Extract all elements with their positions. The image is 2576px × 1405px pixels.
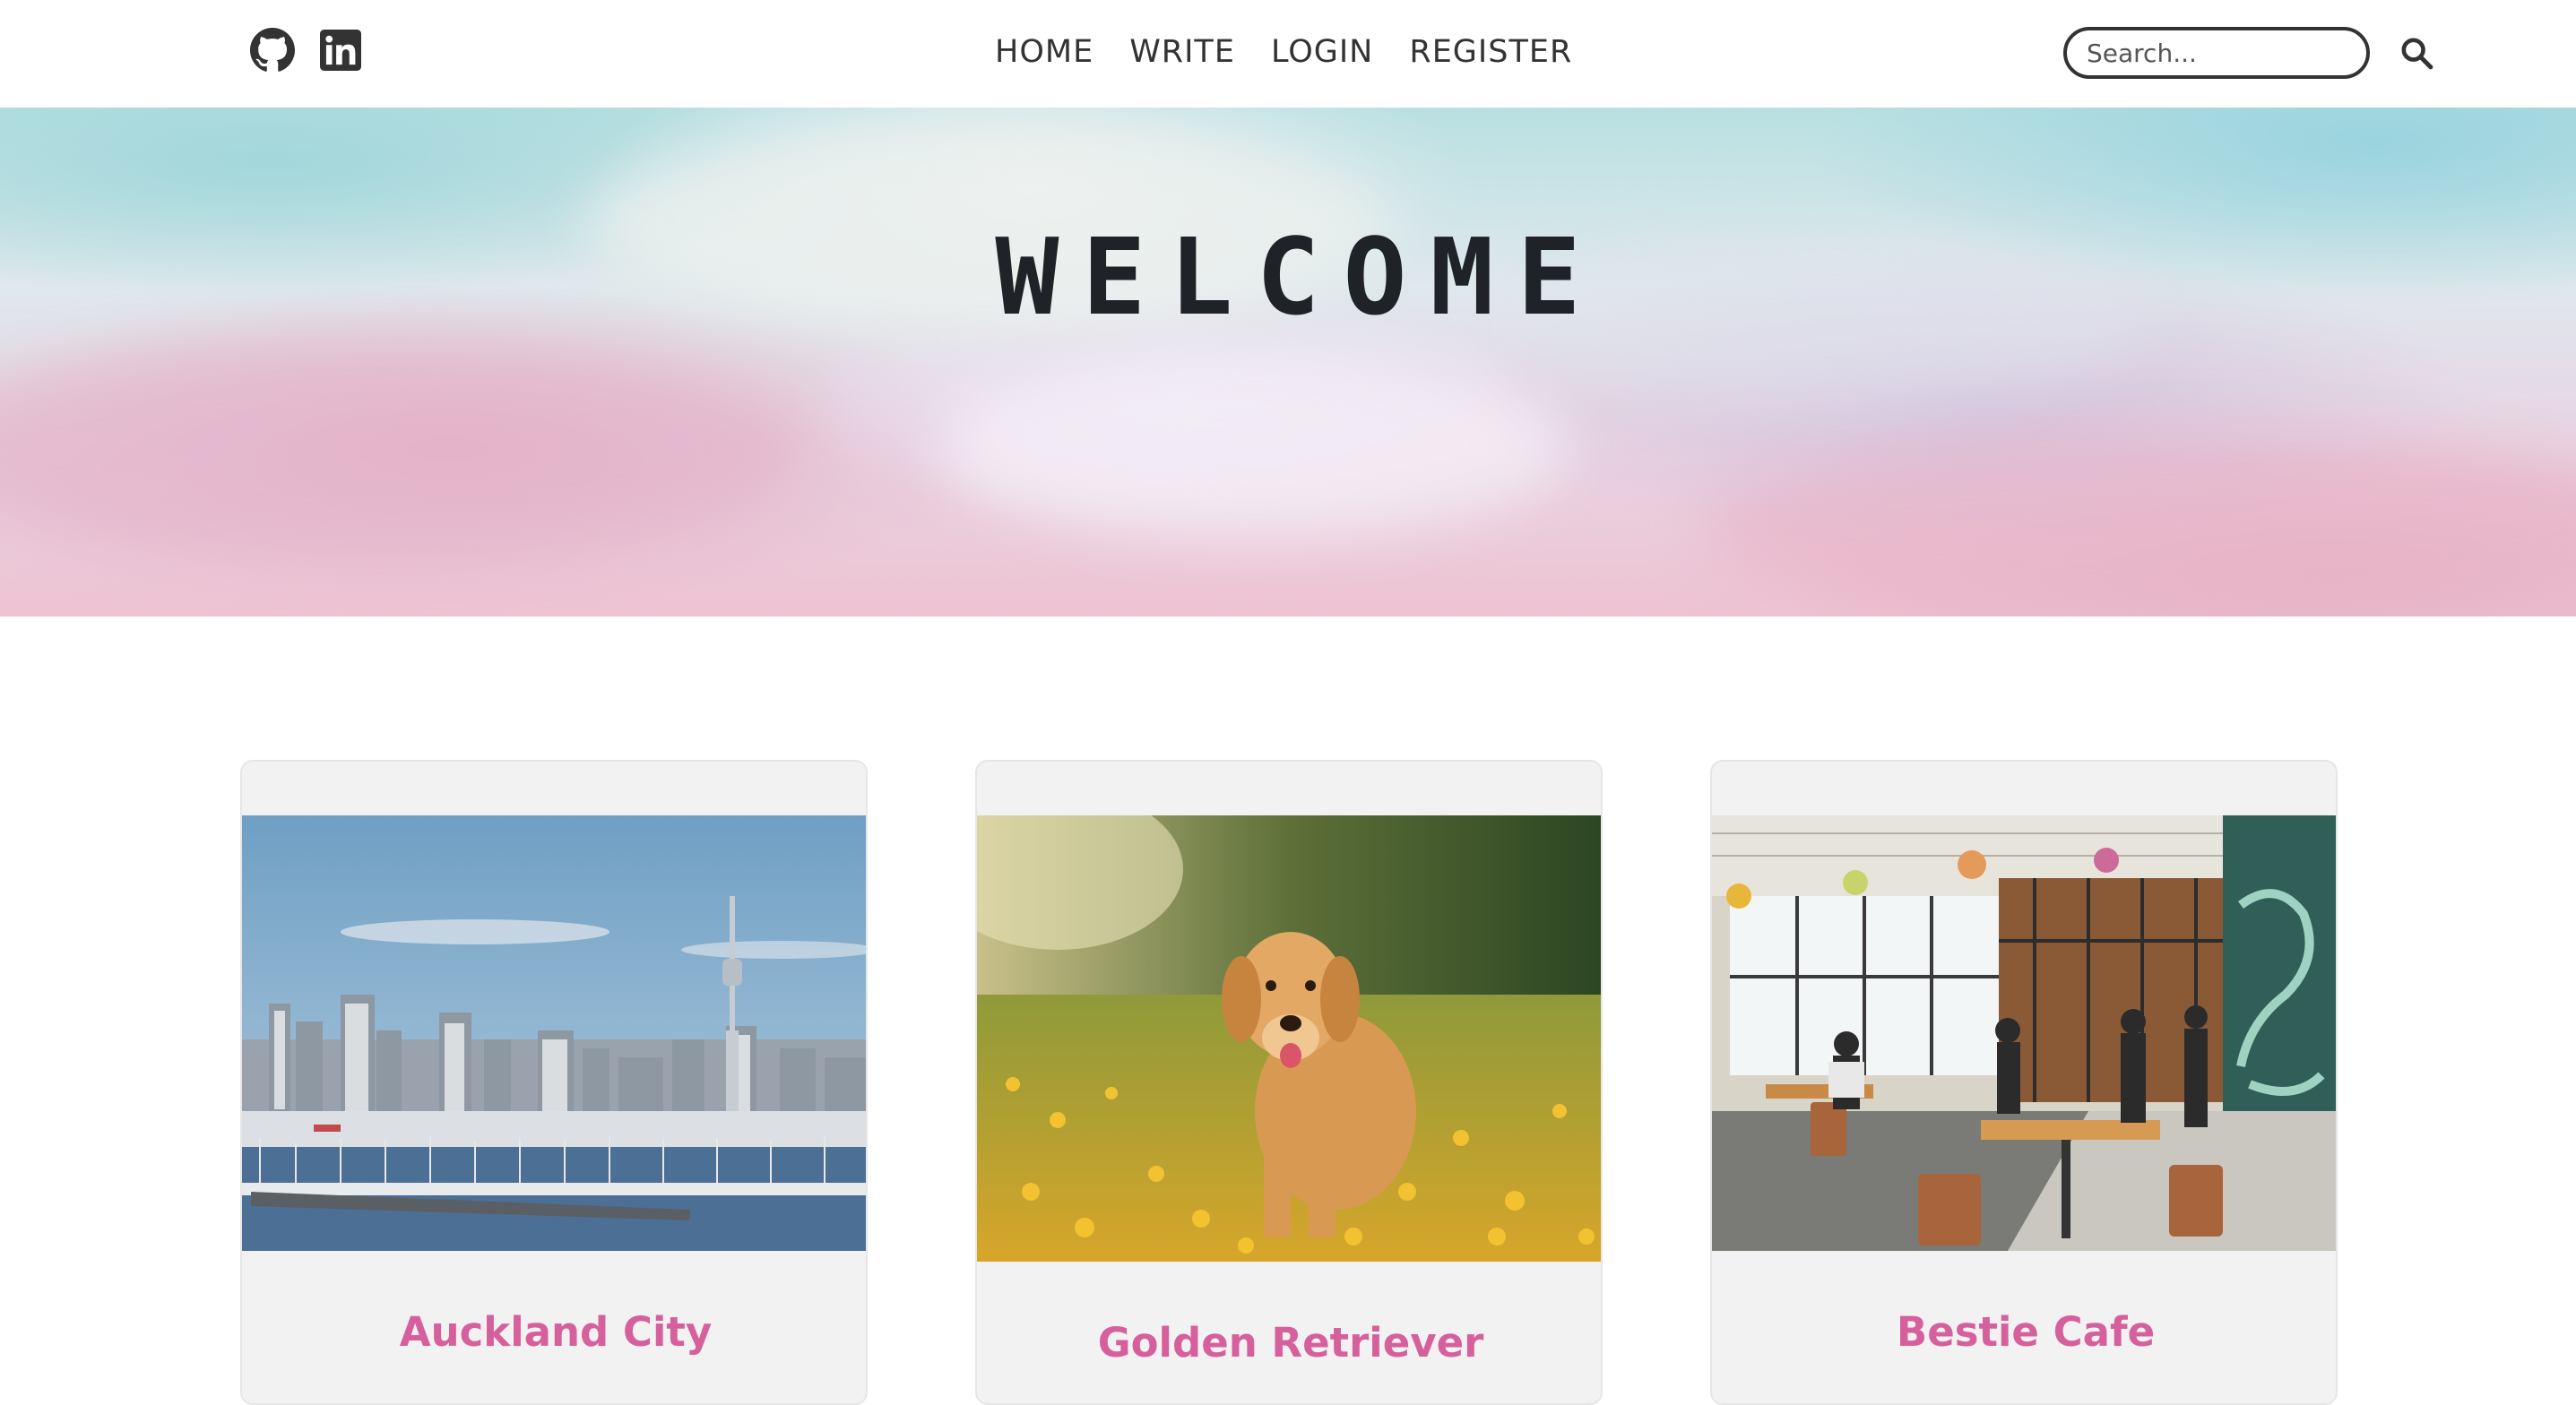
nav-write-link[interactable]: WRITE: [1111, 27, 1253, 77]
nav-login-link[interactable]: LOGIN: [1253, 27, 1391, 77]
main-nav: HOME WRITE LOGIN REGISTER: [977, 27, 1590, 77]
post-image-auckland-skyline[interactable]: [242, 815, 866, 1251]
post-card[interactable]: Golden Retriever: [975, 760, 1603, 1405]
search-input[interactable]: [2063, 27, 2370, 79]
post-image-cafe-interior[interactable]: [1712, 815, 2336, 1251]
post-card[interactable]: Auckland City: [240, 760, 868, 1405]
search-area: [2063, 27, 2436, 79]
search-icon[interactable]: [2397, 33, 2436, 73]
post-title[interactable]: Auckland City: [242, 1308, 866, 1356]
post-image-golden-retriever[interactable]: [977, 815, 1601, 1262]
linkedin-icon[interactable]: [317, 27, 364, 73]
hero-banner: WELCOME: [0, 108, 2576, 616]
nav-register-link[interactable]: REGISTER: [1391, 27, 1590, 77]
post-title[interactable]: Bestie Cafe: [1712, 1308, 2336, 1356]
post-title[interactable]: Golden Retriever: [977, 1319, 1601, 1366]
social-links: [249, 27, 364, 73]
hero-title: WELCOME: [995, 215, 1604, 339]
github-icon[interactable]: [249, 27, 296, 73]
post-card[interactable]: Bestie Cafe: [1710, 760, 2338, 1405]
top-navbar: HOME WRITE LOGIN REGISTER: [0, 0, 2576, 108]
nav-home-link[interactable]: HOME: [977, 27, 1111, 77]
